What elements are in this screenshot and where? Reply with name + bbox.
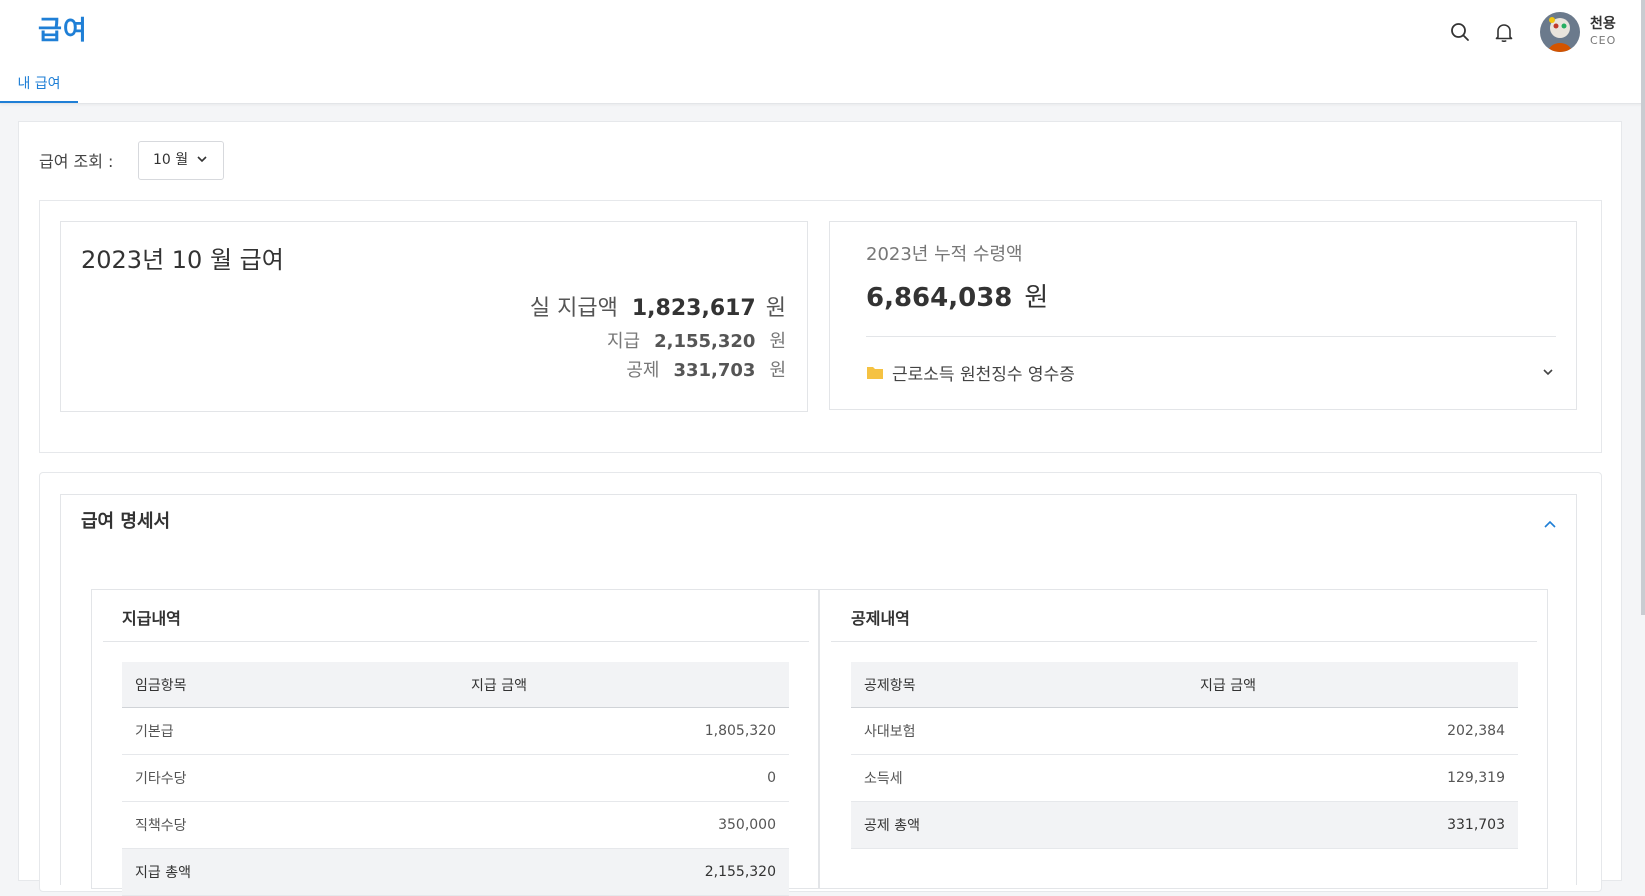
payslip-title: 급여 명세서 xyxy=(81,511,171,532)
user-name: 천용 xyxy=(1590,16,1616,32)
table-row: 사대보험 202,384 xyxy=(851,707,1518,755)
page-scrollbar[interactable] xyxy=(1641,0,1645,615)
chevron-down-icon[interactable] xyxy=(1542,366,1554,378)
divider xyxy=(103,641,809,642)
tax-receipt-toggle[interactable]: 근로소득 원천징수 영수증 xyxy=(892,360,1075,385)
accumulated-title: 2023년 누적 수령액 xyxy=(866,244,1023,265)
monthly-salary-title: 2023년 10 월 급여 xyxy=(81,246,284,274)
month-select[interactable]: 10 월 xyxy=(138,141,224,180)
payments-table: 임금항목 지급 금액 기본급 1,805,320 기타수당 0 직책수당 350… xyxy=(122,662,789,896)
top-bar: 급여 내 급여 천용 CEO xyxy=(0,0,1645,104)
tab-my-salary[interactable]: 내 급여 xyxy=(0,66,78,103)
amount-cell: 1,805,320 xyxy=(458,707,789,755)
accumulated-amount: 6,864,038 원 xyxy=(866,277,1048,314)
item-cell: 사대보험 xyxy=(851,707,1187,755)
table-header-row: 임금항목 지급 금액 xyxy=(122,662,789,708)
item-cell: 직책수당 xyxy=(122,801,458,849)
payments-title: 지급내역 xyxy=(122,609,181,628)
total-amount: 331,703 xyxy=(1187,801,1518,849)
table-row: 소득세 129,319 xyxy=(851,754,1518,802)
net-pay-unit: 원 xyxy=(765,296,786,321)
deduction-unit: 원 xyxy=(769,360,786,381)
avatar[interactable] xyxy=(1540,12,1580,52)
gross-pay-value: 2,155,320 xyxy=(654,331,756,352)
total-amount: 2,155,320 xyxy=(458,848,789,896)
deductions-title: 공제내역 xyxy=(851,609,910,628)
net-pay-value: 1,823,617 xyxy=(631,296,756,321)
column-header: 임금항목 xyxy=(122,662,458,708)
app-title: 급여 xyxy=(38,16,88,46)
deduction-label: 공제 xyxy=(626,360,660,381)
total-row: 공제 총액 331,703 xyxy=(851,801,1518,849)
gross-pay-unit: 원 xyxy=(769,331,786,352)
item-cell: 기본급 xyxy=(122,707,458,755)
deduction-value: 331,703 xyxy=(673,360,756,381)
total-label: 공제 총액 xyxy=(851,801,1187,849)
item-cell: 기타수당 xyxy=(122,754,458,802)
gross-pay-row: 지급 2,155,320 원 xyxy=(607,327,786,353)
column-header: 공제항목 xyxy=(851,662,1187,708)
salary-query-label: 급여 조회 : xyxy=(39,152,114,171)
item-cell: 소득세 xyxy=(851,754,1187,802)
gross-pay-label: 지급 xyxy=(606,331,641,352)
net-pay-label: 실 지급액 xyxy=(529,296,618,321)
amount-cell: 0 xyxy=(458,754,789,802)
column-header: 지급 금액 xyxy=(1187,662,1518,708)
table-row: 기본급 1,805,320 xyxy=(122,707,789,755)
table-row: 직책수당 350,000 xyxy=(122,801,789,849)
column-header: 지급 금액 xyxy=(458,662,789,708)
deduction-row: 공제 331,703 원 xyxy=(626,356,786,382)
accumulated-value: 6,864,038 xyxy=(866,283,1013,313)
bell-icon[interactable] xyxy=(1492,20,1516,44)
divider xyxy=(831,641,1537,642)
table-row: 기타수당 0 xyxy=(122,754,789,802)
month-select-value: 10 월 xyxy=(153,152,189,168)
divider xyxy=(866,336,1556,337)
chevron-up-icon[interactable] xyxy=(1543,518,1557,532)
folder-icon xyxy=(867,367,883,379)
accumulated-unit: 원 xyxy=(1024,283,1049,313)
amount-cell: 202,384 xyxy=(1187,707,1518,755)
total-row: 지급 총액 2,155,320 xyxy=(122,848,789,896)
net-pay-row: 실 지급액 1,823,617 원 xyxy=(530,290,786,322)
chevron-down-icon xyxy=(197,156,207,163)
amount-cell: 129,319 xyxy=(1187,754,1518,802)
user-role: CEO xyxy=(1590,34,1617,47)
search-icon[interactable] xyxy=(1448,20,1472,44)
deductions-table: 공제항목 지급 금액 사대보험 202,384 소득세 129,319 공제 총… xyxy=(851,662,1518,849)
amount-cell: 350,000 xyxy=(458,801,789,849)
payslip-header[interactable] xyxy=(60,494,1577,556)
table-header-row: 공제항목 지급 금액 xyxy=(851,662,1518,708)
total-label: 지급 총액 xyxy=(122,848,458,896)
